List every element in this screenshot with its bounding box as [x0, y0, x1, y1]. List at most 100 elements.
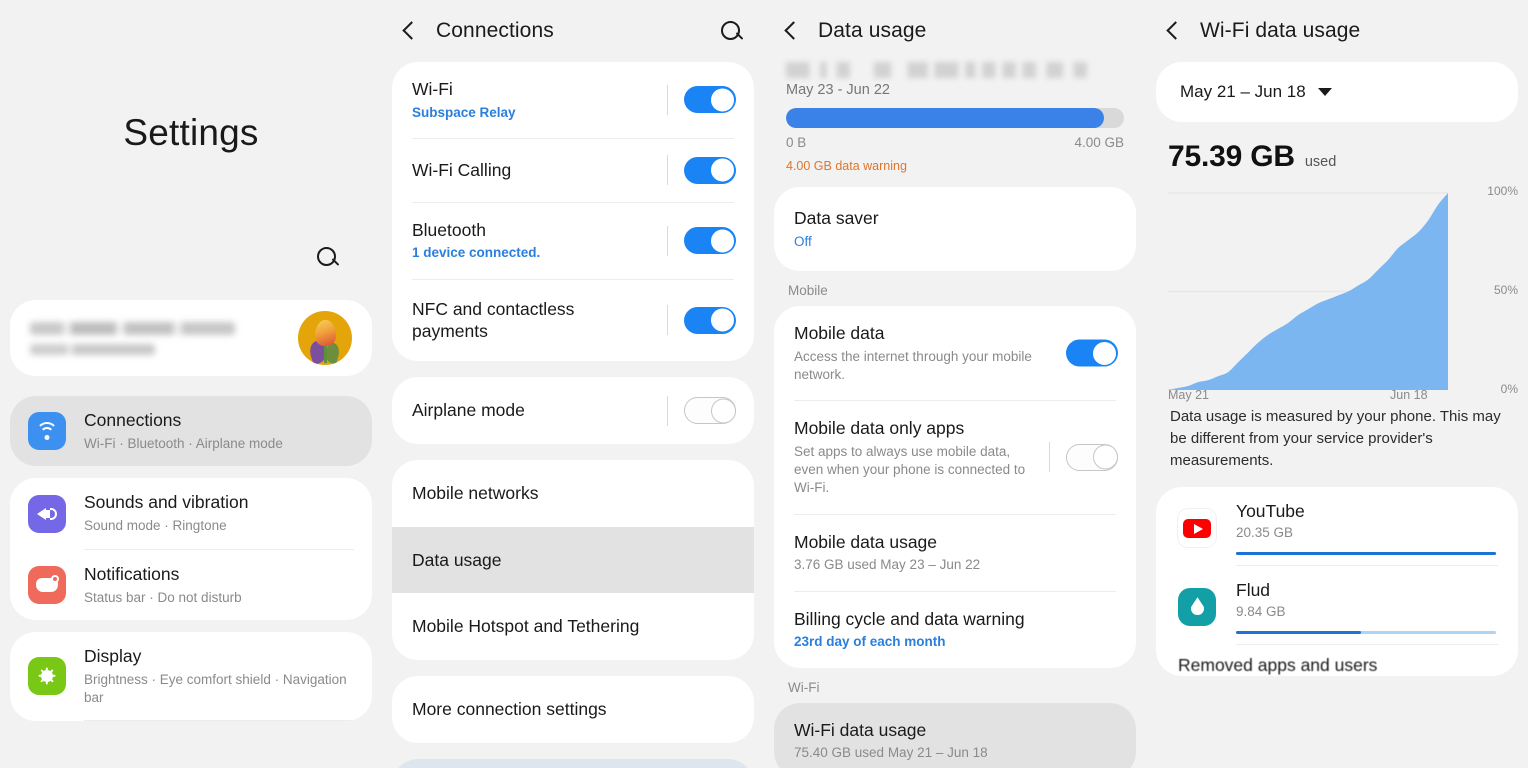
row-label: Mobile data usage [794, 531, 938, 552]
list-item-wifi-data-usage[interactable]: Wi-Fi data usage 75.40 GB used May 21 – … [774, 702, 1136, 768]
wifi-toggle[interactable] [684, 86, 736, 114]
bar-max-label: 4.00 GB [1074, 135, 1124, 150]
airplane-mode-toggle[interactable] [684, 397, 736, 425]
airplane-mode-group: Airplane mode [392, 377, 754, 444]
list-item-mobile-hotspot-and-tethering[interactable]: Mobile Hotspot and Tethering [392, 593, 754, 660]
wifi-calling-toggle[interactable] [684, 156, 736, 184]
sidebar-item-display[interactable]: Display Brightness · Eye comfort shield … [10, 632, 372, 720]
data-saver-card[interactable]: Data saver Off [774, 187, 1136, 271]
list-item-mobile-data[interactable]: Mobile data Access the internet through … [774, 306, 1136, 400]
y-tick-50: 50% [1493, 283, 1518, 297]
mobile-data-toggle[interactable] [1066, 339, 1118, 367]
row-label: Mobile Hotspot and Tethering [412, 616, 640, 637]
bar-min-label: 0 B [786, 135, 807, 150]
list-item-nfc[interactable]: NFC and contactless payments [392, 280, 754, 362]
multi-panel-screenshot: Settings Connections Wi-Fi · Bluetooth ·… [0, 0, 1528, 768]
row-label: Mobile data [794, 322, 885, 343]
measurement-note: Data usage is measured by your phone. Th… [1170, 408, 1501, 469]
mobile-group: Mobile data Access the internet through … [774, 305, 1136, 668]
clipped-text-line [786, 62, 1124, 78]
app-usage-list: YouTube 20.35 GB Flud 9.84 GB Removed ap… [1156, 487, 1518, 677]
chart-svg [1168, 192, 1448, 390]
sidebar-item-label: Sounds and vibration [84, 492, 249, 513]
list-item-wifi-calling[interactable]: Wi-Fi Calling [392, 139, 754, 202]
section-header-wifi: Wi-Fi [788, 679, 820, 695]
mobile-data-only-apps-toggle[interactable] [1066, 443, 1118, 471]
list-item-more-connection-settings[interactable]: More connection settings [392, 676, 754, 743]
bluetooth-toggle[interactable] [684, 227, 736, 255]
list-item-billing-cycle[interactable]: Billing cycle and data warning 23rd day … [774, 592, 1136, 668]
billing-cycle-range: May 23 - Jun 22 [786, 82, 890, 98]
list-item-removed-apps-and-users[interactable]: Removed apps and users [1156, 645, 1518, 676]
sidebar-item-connections[interactable]: Connections Wi-Fi · Bluetooth · Airplane… [10, 396, 372, 467]
list-item-wifi[interactable]: Wi-Fi Subspace Relay [392, 62, 754, 138]
sidebar-item-sounds-and-vibration[interactable]: Sounds and vibration Sound mode · Ringto… [10, 478, 372, 548]
back-arrow-icon[interactable] [778, 18, 804, 44]
row-sub: Access the internet through your mobile … [794, 348, 1032, 382]
x-tick-start: May 21 [1168, 388, 1209, 402]
data-warning-label: 4.00 GB data warning [786, 159, 907, 173]
list-item-mobile-data-only-apps[interactable]: Mobile data only apps Set apps to always… [774, 401, 1136, 513]
brightness-icon [28, 657, 66, 696]
date-range-selector[interactable]: May 21 – Jun 18 [1156, 62, 1518, 122]
sidebar-item-notifications[interactable]: Notifications Status bar · Do not distur… [10, 550, 372, 620]
chevron-down-icon [1317, 88, 1332, 96]
youtube-icon [1178, 509, 1216, 548]
row-sub: 23rd day of each month [794, 634, 946, 650]
avatar[interactable] [298, 311, 352, 365]
data-usage-progress-bar [786, 108, 1124, 128]
y-tick-0: 0% [1500, 382, 1518, 396]
row-label: Mobile networks [412, 482, 539, 503]
row-sub: 3.76 GB used May 23 – Jun 22 [794, 557, 981, 573]
notification-icon [28, 566, 66, 605]
looking-for-something-else-card[interactable]: Looking for something else? [392, 758, 754, 768]
row-label: Wi-Fi data usage [794, 719, 927, 740]
list-item-mobile-networks[interactable]: Mobile networks [392, 460, 754, 527]
panel-data-usage: Data usage May 23 - Jun 22 0 B 4.00 GB 4… [764, 0, 1146, 768]
panel-settings: Settings Connections Wi-Fi · Bluetooth ·… [0, 0, 382, 768]
usage-area-chart: 100% 50% 0% May 21 Jun 18 [1168, 180, 1520, 402]
sidebar-item-label: Connections [84, 410, 182, 430]
network-group: Mobile networks Data usage Mobile Hotspo… [392, 459, 754, 661]
row-label: Data saver [794, 208, 879, 228]
more-settings-group: More connection settings [392, 676, 754, 743]
wifi-group: Wi-Fi data usage 75.40 GB used May 21 – … [774, 702, 1136, 768]
header: Wi-Fi data usage [1146, 0, 1528, 62]
search-icon[interactable] [310, 240, 344, 274]
total-usage: 75.39 GB used [1146, 122, 1528, 174]
list-item-mobile-data-usage[interactable]: Mobile data usage 3.76 GB used May 23 – … [774, 515, 1136, 591]
x-tick-end: Jun 18 [1390, 388, 1428, 402]
page-title: Settings [123, 112, 259, 153]
app-size: 20.35 GB [1236, 525, 1294, 541]
row-label: Mobile data only apps [794, 418, 965, 439]
y-tick-100: 100% [1487, 184, 1518, 198]
progress-bar-labels: 0 B 4.00 GB [764, 128, 1146, 150]
list-item-app[interactable]: Flud 9.84 GB [1156, 566, 1518, 644]
app-size: 9.84 GB [1236, 604, 1286, 620]
wifi-icon [28, 412, 66, 451]
total-usage-suffix: used [1304, 154, 1337, 170]
back-arrow-icon[interactable] [396, 18, 422, 44]
profile-name-redacted [30, 321, 298, 355]
page-title: Connections [436, 19, 554, 42]
list-item-airplane-mode[interactable]: Airplane mode [392, 377, 754, 444]
panel-connections: Connections Wi-Fi Subspace Relay Wi-Fi C… [382, 0, 764, 768]
sidebar-item-sub: Wi-Fi · Bluetooth · Airplane mode [84, 435, 283, 451]
search-icon[interactable] [714, 14, 748, 48]
list-item-bluetooth[interactable]: Bluetooth 1 device connected. [392, 203, 754, 279]
row-sub: 75.40 GB used May 21 – Jun 18 [794, 745, 988, 761]
list-item-data-usage[interactable]: Data usage [392, 526, 754, 594]
total-usage-value: 75.39 GB [1168, 140, 1295, 173]
section-header-mobile: Mobile [788, 282, 828, 298]
sidebar-item-sub: Sound mode · Ringtone [84, 518, 227, 534]
back-arrow-icon[interactable] [1160, 18, 1186, 44]
connections-toggle-group: Wi-Fi Subspace Relay Wi-Fi Calling Bluet… [392, 62, 754, 362]
app-name: YouTube [1236, 501, 1305, 522]
flud-icon [1178, 588, 1216, 627]
settings-group-sound-notifications: Sounds and vibration Sound mode · Ringto… [10, 478, 372, 621]
profile-card[interactable] [10, 300, 372, 376]
list-item-app[interactable]: YouTube 20.35 GB [1156, 487, 1518, 565]
page-title: Wi-Fi data usage [1200, 19, 1361, 42]
nfc-toggle[interactable] [684, 306, 736, 334]
sidebar-item-sub: Brightness · Eye comfort shield · Naviga… [84, 672, 347, 705]
